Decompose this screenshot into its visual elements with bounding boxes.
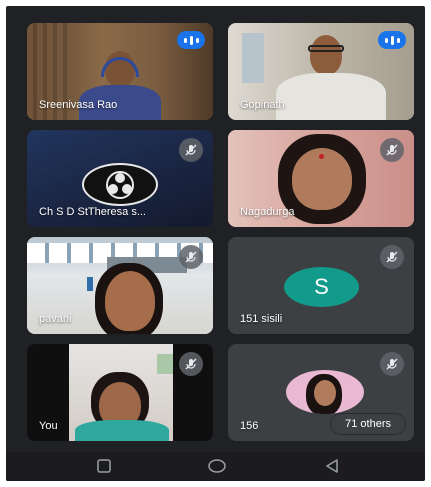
participant-tile[interactable]: Gopinath <box>228 23 414 120</box>
audio-level-icon <box>378 31 406 49</box>
participant-tile[interactable]: 156 71 others <box>228 344 414 441</box>
participant-tile[interactable]: pavani <box>27 237 213 334</box>
participant-tile[interactable]: Nagadurga <box>228 130 414 227</box>
participant-name: pavani <box>39 313 72 325</box>
others-count-button[interactable]: 71 others <box>330 413 406 435</box>
participant-tile[interactable]: You <box>27 344 213 441</box>
avatar: S <box>284 267 359 307</box>
meet-call-screen: Sreenivasa Rao Gopinath Ch S D StTheresa… <box>6 6 425 481</box>
mic-off-icon <box>380 352 404 376</box>
mic-off-icon <box>179 245 203 269</box>
participant-tile[interactable]: S 151 sisili <box>228 237 414 334</box>
avatar <box>286 370 364 414</box>
triangle-back-icon[interactable] <box>324 458 340 479</box>
square-icon[interactable] <box>96 458 112 479</box>
audio-level-icon <box>177 31 205 49</box>
obs-logo <box>82 163 158 206</box>
participant-name: Sreenivasa Rao <box>39 99 118 111</box>
circle-icon[interactable] <box>208 458 226 479</box>
participant-name: 156 <box>240 420 259 432</box>
participant-name: Gopinath <box>240 99 285 111</box>
mic-off-icon <box>380 245 404 269</box>
mic-off-icon <box>179 352 203 376</box>
participant-tile[interactable]: Sreenivasa Rao <box>27 23 213 120</box>
mic-off-icon <box>380 138 404 162</box>
mic-off-icon <box>179 138 203 162</box>
participant-name: Nagadurga <box>240 206 295 218</box>
participant-name: You <box>39 420 58 432</box>
participant-name: Ch S D StTheresa s... <box>39 206 146 218</box>
participant-tile[interactable]: Ch S D StTheresa s... <box>27 130 213 227</box>
participant-name: 151 sisili <box>240 313 283 325</box>
system-nav-bar <box>6 452 425 481</box>
